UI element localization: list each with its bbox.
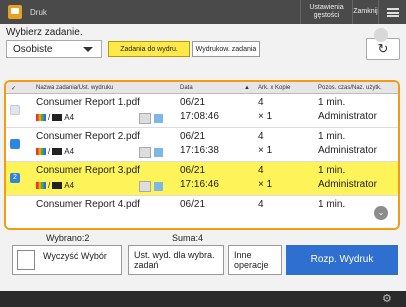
selected-count: Wybrano:2 <box>46 233 90 243</box>
scroll-up-button[interactable] <box>374 28 388 42</box>
bookmark-icon[interactable] <box>10 139 20 149</box>
job-remaining: 1 min. <box>318 165 346 176</box>
refresh-icon: ↻ <box>377 41 389 56</box>
header-date[interactable]: Data <box>180 85 193 91</box>
job-sheets: 4 <box>258 199 264 210</box>
job-copies: × 1 <box>258 111 273 122</box>
color-mode: / A4 <box>36 181 74 190</box>
selection-order-badge[interactable]: 2 <box>10 173 20 183</box>
job-list: ✓ Nazwa zadania/Ust. wydruku Data ▲ Ark.… <box>4 80 400 230</box>
tab-printed-jobs[interactable]: Wydrukow. zadania <box>192 41 260 57</box>
clear-selection-button[interactable]: Wyczyść Wybór <box>12 245 122 275</box>
document-icon <box>139 113 151 124</box>
chevron-down-icon <box>83 47 93 52</box>
table-row[interactable]: Consumer Report 1.pdf / A4 06/21 17:08:4… <box>6 94 398 128</box>
paper-size: A4 <box>64 181 75 190</box>
tab-ready-jobs[interactable]: Zadania do wydru. <box>108 41 190 57</box>
job-sheets: 4 <box>258 165 264 176</box>
job-remaining: 1 min. <box>318 199 346 210</box>
bw-icon <box>52 114 63 121</box>
printer-icon <box>154 114 163 123</box>
printer-icon <box>154 148 163 157</box>
paper-size: A4 <box>64 113 75 122</box>
job-time: 17:08:46 <box>180 111 219 122</box>
color-mode: / A4 <box>36 113 74 122</box>
job-date: 06/21 <box>180 131 206 142</box>
color-icon <box>36 182 46 189</box>
app-header: Druk <box>8 5 47 19</box>
job-user: Administrator <box>318 179 377 190</box>
check-column-icon: ✓ <box>11 86 17 92</box>
print-settings-button[interactable]: Ust. wyd. dla wybra. zadań <box>128 245 224 275</box>
row-checkbox[interactable] <box>10 105 20 115</box>
table-row[interactable]: Consumer Report 2.pdf / A4 06/21 17:16:3… <box>6 128 398 162</box>
job-name: Consumer Report 2.pdf <box>36 131 140 142</box>
table-row[interactable]: Consumer Report 4.pdf 06/21 4 1 min. <box>6 196 398 228</box>
job-user: Administrator <box>318 145 377 156</box>
status-monitor-icon[interactable]: ⚙ <box>382 292 392 305</box>
printer-icon <box>154 182 163 191</box>
total-count: Suma:4 <box>172 233 204 243</box>
print-icon <box>8 5 22 19</box>
job-name: Consumer Report 1.pdf <box>36 97 140 108</box>
menu-icon <box>386 7 399 17</box>
job-remaining: 1 min. <box>318 131 346 142</box>
other-operations-button[interactable]: Inne operacje <box>228 245 282 275</box>
header-name[interactable]: Nazwa zadania/Ust. wydruku <box>36 85 113 91</box>
dropdown-value: Osobiste <box>13 43 53 55</box>
job-copies: × 1 <box>258 179 273 190</box>
header-sheets[interactable]: Ark. x Kopie <box>258 85 290 91</box>
job-sheets: 4 <box>258 131 264 142</box>
job-user: Administrator <box>318 111 377 122</box>
job-date: 06/21 <box>180 97 206 108</box>
checkbox-icon <box>17 250 35 270</box>
job-remaining: 1 min. <box>318 97 346 108</box>
job-sheets: 4 <box>258 97 264 108</box>
job-name: Consumer Report 4.pdf <box>36 199 140 210</box>
header-user[interactable]: Pozos. czas/Naz. użytk. <box>318 85 382 91</box>
document-icon <box>139 147 151 158</box>
job-copies: × 1 <box>258 145 273 156</box>
list-header: ✓ Nazwa zadania/Ust. wydruku Data ▲ Ark.… <box>6 82 398 94</box>
job-name: Consumer Report 3.pdf <box>36 165 140 176</box>
menu-button[interactable] <box>378 0 406 24</box>
job-date: 06/21 <box>180 199 206 210</box>
status-bar: ⚙ <box>0 291 406 307</box>
title-bar: Druk Ustawienia gęstości Zamknij <box>0 0 406 24</box>
table-row-selected[interactable]: 2 Consumer Report 3.pdf / A4 06/21 17:16… <box>6 162 398 196</box>
color-icon <box>36 148 46 155</box>
bw-icon <box>52 182 63 189</box>
page-prompt: Wybierz zadanie. <box>6 27 83 38</box>
bw-icon <box>52 148 63 155</box>
start-print-button[interactable]: Rozp. Wydruk <box>286 245 398 275</box>
paper-size: A4 <box>64 147 75 156</box>
scroll-down-button[interactable] <box>374 206 388 220</box>
color-mode: / A4 <box>36 147 74 156</box>
density-settings-button[interactable]: Ustawienia gęstości <box>300 0 352 24</box>
sort-asc-icon: ▲ <box>244 85 250 91</box>
job-time: 17:16:38 <box>180 145 219 156</box>
app-title: Druk <box>30 7 47 17</box>
clear-selection-label: Wyczyść Wybór <box>43 251 107 261</box>
close-button[interactable]: Zamknij <box>352 0 378 24</box>
job-time: 17:16:46 <box>180 179 219 190</box>
document-icon <box>139 181 151 192</box>
color-icon <box>36 114 46 121</box>
job-owner-dropdown[interactable]: Osobiste <box>6 40 102 58</box>
job-date: 06/21 <box>180 165 206 176</box>
